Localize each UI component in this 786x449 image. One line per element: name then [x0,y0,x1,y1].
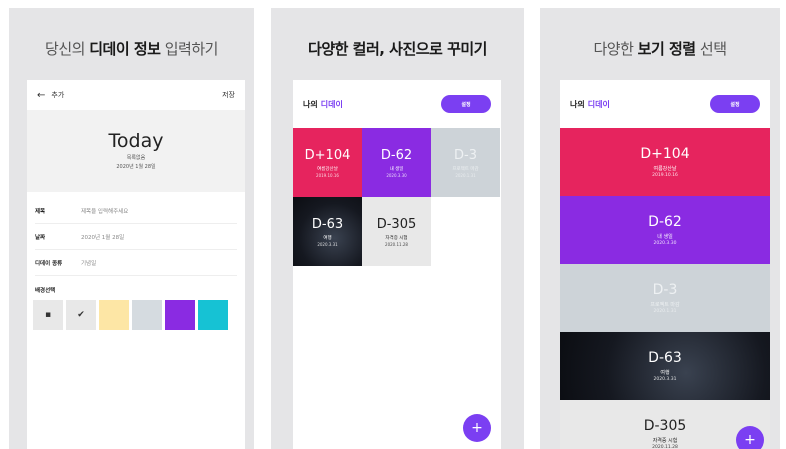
caption-text: 입력하기 [164,40,219,58]
caption-text: 선택 [699,40,727,58]
dday-name: 내 생일 [389,166,404,172]
settings-button[interactable]: 설정 [710,95,760,113]
panel-caption: 다양한 보기 정렬 선택 [540,38,780,59]
color-swatch[interactable] [165,300,195,330]
dday-card[interactable]: D-63 여행 2020.3.31 [293,197,362,266]
dday-name: 여름강산날 [317,166,338,172]
dday-list: D+104 여름강산날 2019.10.16 D-62 내 생일 2020.3.30 D-3… [560,128,770,449]
phone-screen: 나의 디데이 설정 D+104 여름강산날 2019.10.16 D-62 내 생일 20… [560,80,770,449]
dday-date: 2020.1.31 [455,172,476,178]
panel-caption: 다양한 컬러, 사진으로 꾸미기 [271,38,524,59]
phone-screen: ← 추가 저장 Today 목록없음 2020년 1월 28일 제목 제목을 입… [27,80,245,449]
dday-date: 2020.3.30 [653,241,677,246]
dday-count: D-305 [376,216,417,232]
dday-name: 프로젝트 마감 [452,166,479,172]
color-swatch[interactable] [132,300,162,330]
row-label: 디데이 종류 [35,260,63,267]
dday-card[interactable]: D-63 여행 2020.3.31 [560,332,770,400]
date-value[interactable]: 2020년 1월 28일 [81,233,124,241]
dday-date: 2020.11.28 [385,241,408,247]
dday-count: D+104 [640,146,690,162]
dday-name: 자격증 시험 [652,438,678,444]
header-accent: 디데이 [587,99,610,109]
dday-date: 2020.11.28 [652,445,678,449]
color-swatch[interactable]: ▪ [33,300,63,330]
row-label: 날짜 [35,234,46,241]
type-value[interactable]: 기념일 [81,259,96,267]
dday-card[interactable]: D-3 프로젝트 마감 2020.1.31 [560,264,770,332]
screenshot-panel-grid: 다양한 컬러, 사진으로 꾸미기 나의 디데이 설정 D+104 여름강산날 201… [271,8,524,449]
dday-count: D-305 [643,418,687,434]
dday-count: D-3 [652,282,678,298]
dday-card[interactable]: D+104 여름강산날 2019.10.16 [560,128,770,196]
dday-date: 2020.3.31 [317,241,338,247]
dday-card[interactable]: D-62 내 생일 2020.3.30 [560,196,770,264]
dday-count: D-62 [648,214,682,230]
settings-button[interactable]: 설정 [441,95,491,113]
caption-bold: 디데이 정보 [89,40,161,58]
dday-count: D-3 [454,147,477,163]
background-label: 배경선택 [35,288,56,294]
add-fab-button[interactable]: + [463,414,491,442]
dday-date: 2019.10.16 [316,172,339,178]
dday-date: 2020.3.30 [386,172,407,178]
dday-date: 2019.10.16 [652,173,678,178]
header-accent: 디데이 [320,99,343,109]
today-subtitle: 목록없음 [126,155,146,161]
header-title: 추가 [51,91,65,99]
today-preview: Today 목록없음 2020년 1월 28일 [27,110,245,192]
type-row[interactable]: 디데이 종류 기념일 [35,250,237,276]
dday-name: 내 생일 [657,234,673,240]
check-icon: ✔ [77,310,85,320]
dday-name: 자격증 시험 [385,235,408,241]
dday-card[interactable]: D-305 자격증 시험 2020.11.28 [362,197,431,266]
back-arrow-icon[interactable]: ← [37,90,45,101]
app-header: 나의 디데이 설정 [560,80,770,128]
dday-count: D-62 [380,147,413,163]
dday-name: 여행 [323,235,332,241]
screenshot-panel-list: 다양한 보기 정렬 선택 나의 디데이 설정 D+104 여름강산날 2019.10… [540,8,780,449]
date-row[interactable]: 날짜 2020년 1월 28일 [35,224,237,250]
dday-card[interactable]: D-3 프로젝트 마감 2020.1.31 [431,128,500,197]
dday-card[interactable]: D-62 내 생일 2020.3.30 [362,128,431,197]
dday-date: 2020.3.31 [653,377,677,382]
caption-bold: 다양한 컬러, 사진으로 꾸미기 [308,40,487,58]
header-prefix: 나의 [570,99,585,109]
today-title: Today [108,130,164,152]
caption-bold: 보기 정렬 [637,40,696,58]
today-date: 2020년 1월 28일 [116,164,156,170]
save-button[interactable]: 저장 [222,90,235,100]
phone-screen: 나의 디데이 설정 D+104 여름강산날 2019.10.16 D-62 내 생일 20… [293,80,501,449]
color-swatch[interactable] [99,300,129,330]
header-prefix: 나의 [303,99,318,109]
background-swatches: ▪ ✔ [27,300,245,330]
dday-date: 2020.1.31 [653,309,677,314]
caption-text: 당신의 [45,40,85,58]
image-icon: ▪ [44,310,52,320]
caption-text: 다양한 [593,40,634,58]
title-row[interactable]: 제목 제목을 입력해주세요 [35,198,237,224]
dday-name: 여행 [660,370,670,376]
title-input[interactable]: 제목을 입력해주세요 [81,207,128,215]
dday-grid: D+104 여름강산날 2019.10.16 D-62 내 생일 2020.3.30 D-3… [293,128,500,266]
color-swatch[interactable]: ✔ [66,300,96,330]
row-label: 제목 [35,208,46,215]
app-header: 나의 디데이 설정 [293,80,501,128]
dday-card[interactable]: D+104 여름강산날 2019.10.16 [293,128,362,197]
dday-count: D+104 [304,147,351,163]
dday-count: D-63 [311,216,344,232]
color-swatch[interactable] [198,300,228,330]
app-header: ← 추가 저장 [27,80,245,110]
dday-name: 프로젝트 마감 [650,302,680,308]
dday-name: 여름강산날 [653,166,677,172]
panel-caption: 당신의 디데이 정보 입력하기 [9,38,254,59]
dday-count: D-63 [648,350,682,366]
add-fab-button[interactable]: + [736,426,764,449]
screenshot-panel-input: 당신의 디데이 정보 입력하기 ← 추가 저장 Today 목록없음 2020년… [9,8,254,449]
